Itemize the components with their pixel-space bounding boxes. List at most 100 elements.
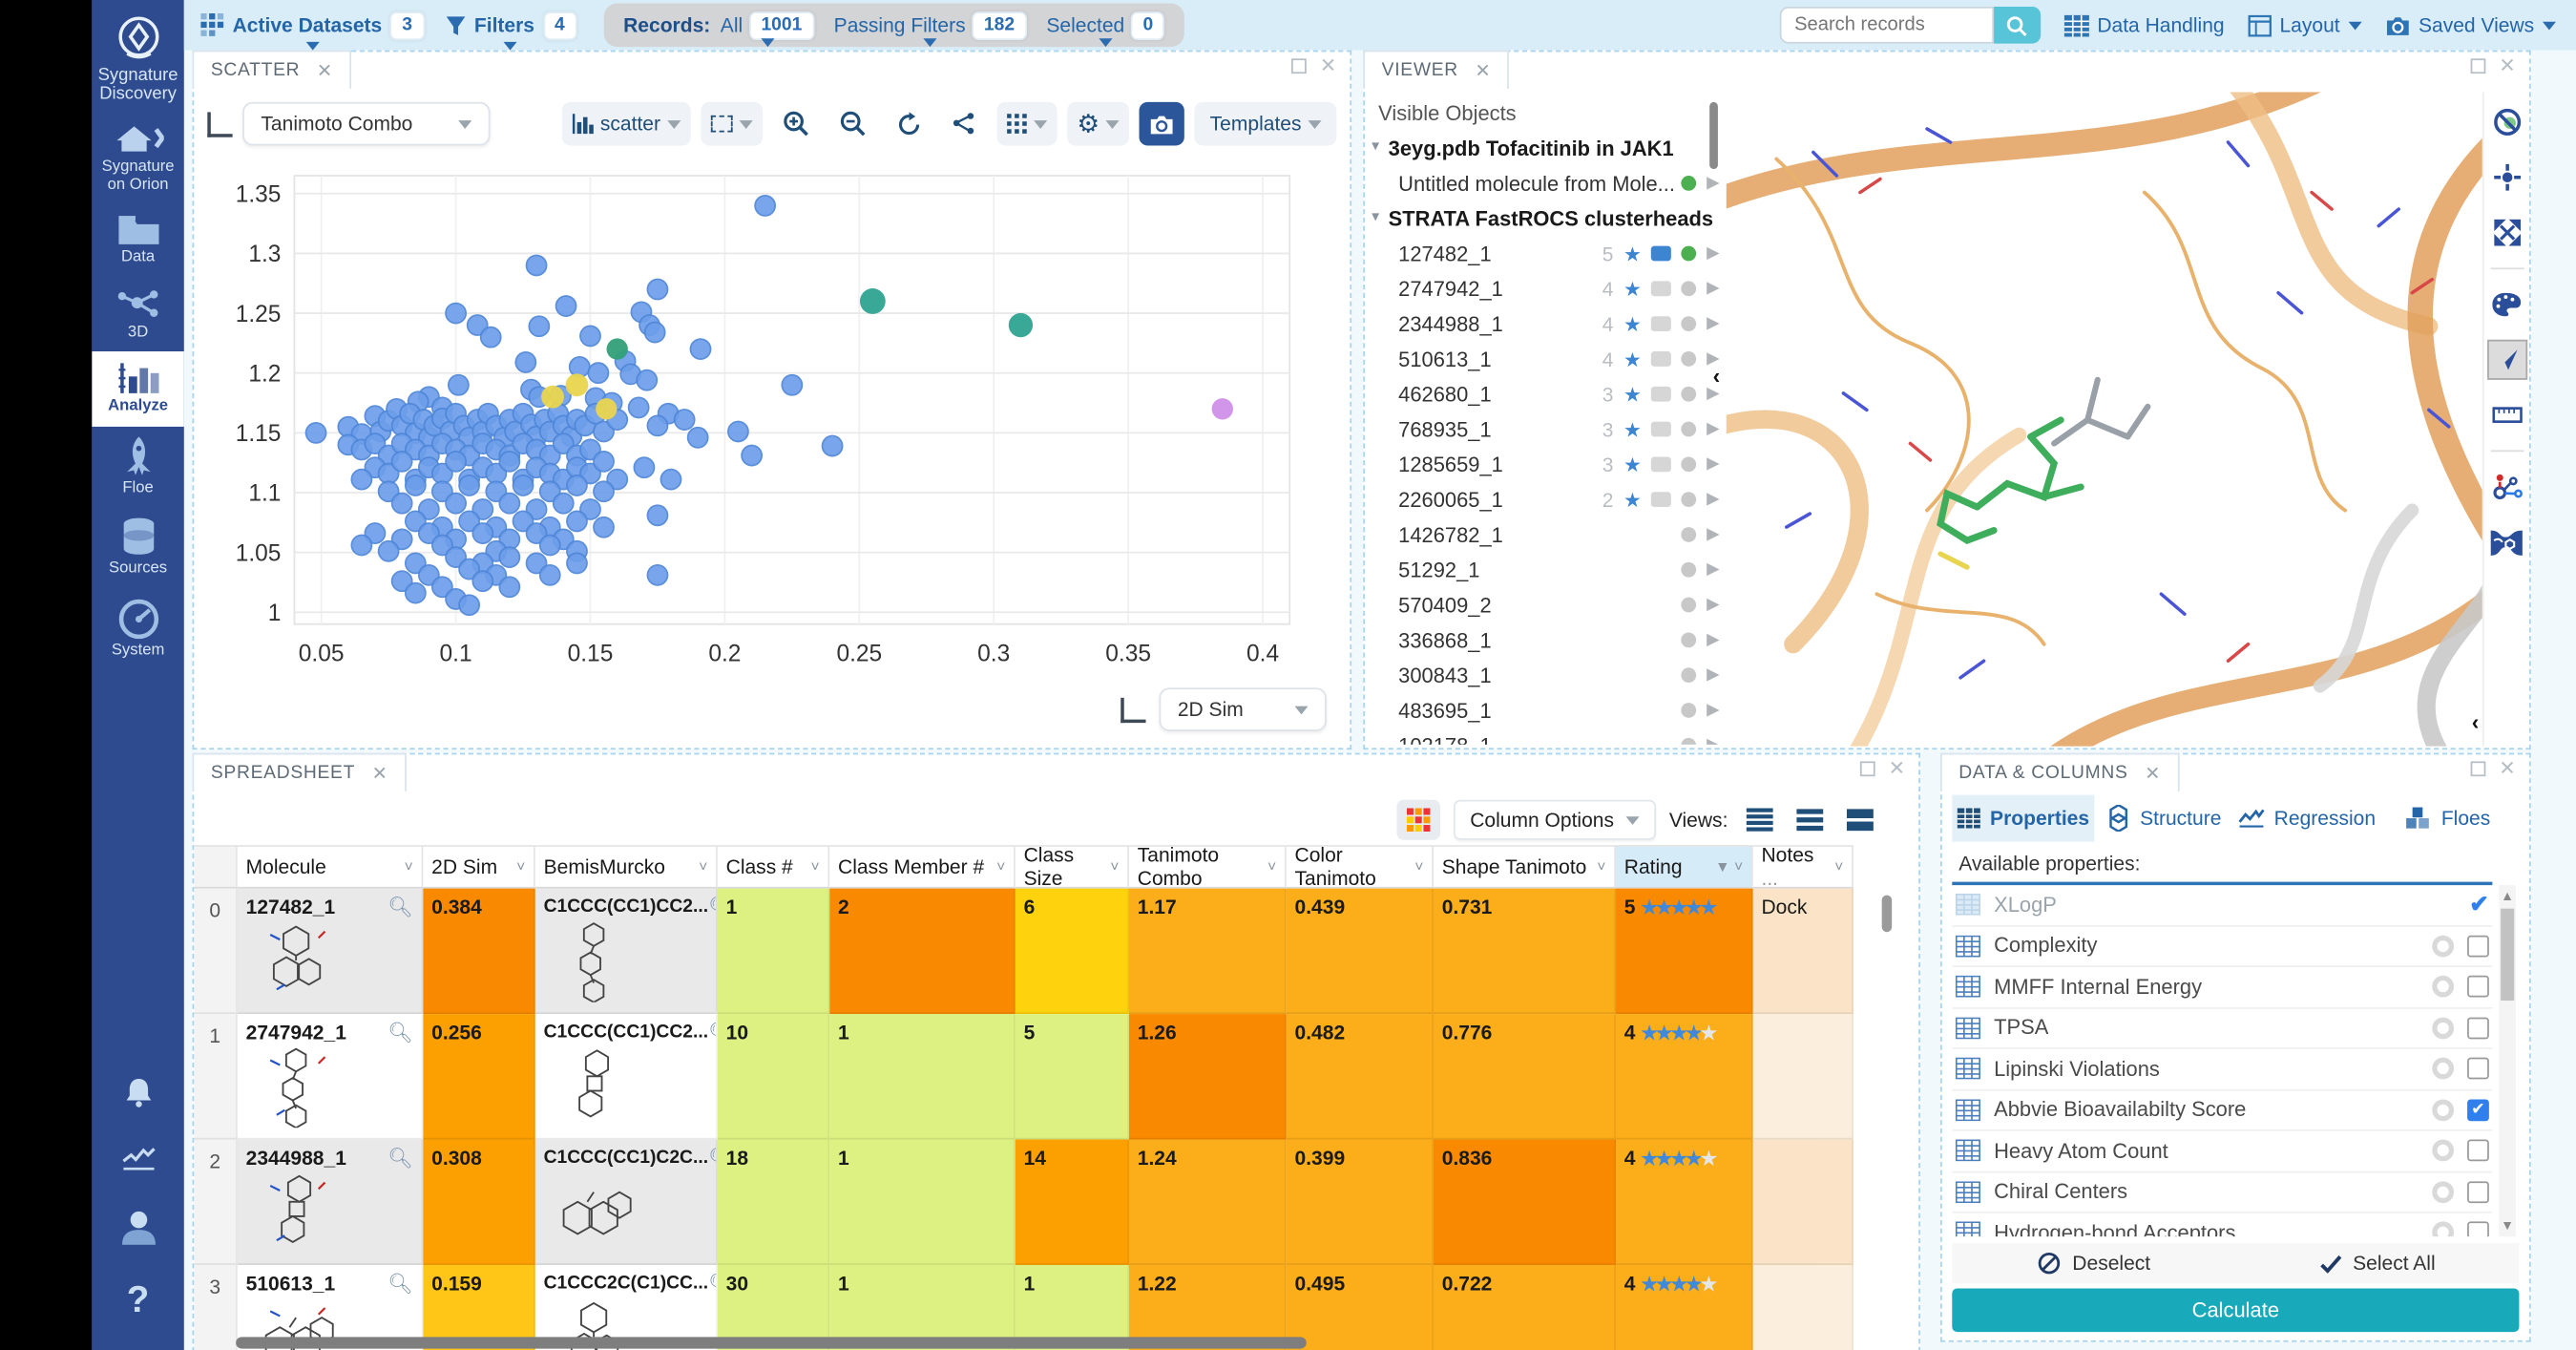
item-chevron-icon[interactable]: ▶ [1707, 455, 1720, 474]
x-axis-selector[interactable]: 2D Sim [1160, 687, 1327, 731]
rating-stars[interactable]: ★★★★★ [1641, 898, 1715, 918]
property-row-xlogp[interactable]: XLogP✔ [1952, 885, 2492, 926]
property-row-chiral-centers[interactable]: Chiral Centers [1952, 1172, 2492, 1213]
column-menu-icon[interactable]: ˅ [1597, 858, 1605, 875]
cell-rating[interactable]: 5 ★★★★★ [1616, 889, 1753, 1014]
filters-control[interactable]: Filters 4 [434, 0, 587, 51]
column-menu-icon[interactable]: ˅ [1834, 858, 1843, 875]
cell-2d-sim[interactable]: 0.384 [423, 889, 534, 1014]
records-selected[interactable]: Selected0 [1046, 4, 1164, 48]
plot-settings-button[interactable]: ⚙ [1067, 102, 1130, 146]
sidebar-item-sources[interactable]: Sources [92, 507, 183, 588]
item-chevron-icon[interactable]: ▶ [1707, 491, 1720, 509]
viewer-item[interactable]: 2747942_14★▶ [1372, 271, 1723, 306]
column-header-2d-sim[interactable]: 2D Sim˅ [423, 845, 534, 889]
property-checkbox[interactable]: ✔ [2467, 1099, 2489, 1121]
column-options-button[interactable]: Column Options [1454, 800, 1656, 840]
property-radio[interactable] [2432, 1181, 2454, 1203]
item-chevron-icon[interactable]: ▶ [1707, 174, 1720, 192]
spreadsheet-horizontal-scrollbar[interactable] [236, 1337, 1307, 1348]
column-menu-icon[interactable]: ˅ [1414, 858, 1423, 875]
viewer-item[interactable]: 300843_1▶ [1372, 658, 1723, 693]
scatter-tab-close-icon[interactable]: ✕ [317, 59, 333, 81]
properties-scrollbar[interactable]: ▲ ▼ [2499, 885, 2516, 1236]
spreadsheet-maximize-icon[interactable] [1860, 761, 1875, 776]
records-all[interactable]: All1001 [721, 4, 814, 48]
visibility-dot-icon[interactable] [1682, 246, 1697, 262]
select-region-button[interactable] [701, 102, 763, 146]
visibility-dot-icon[interactable] [1682, 351, 1697, 367]
scroll-up-icon[interactable]: ▲ [2501, 889, 2514, 904]
star-icon[interactable]: ★ [1623, 242, 1642, 265]
property-checkbox[interactable] [2467, 1181, 2489, 1203]
cell-class-num[interactable]: 10 [718, 1014, 829, 1139]
column-header-shape-tanimoto[interactable]: Shape Tanimoto˅ [1434, 845, 1616, 889]
note-bubble-icon[interactable] [1651, 246, 1671, 262]
column-header-color-tanimoto[interactable]: Color Tanimoto˅ [1287, 845, 1434, 889]
visibility-dot-icon[interactable] [1682, 456, 1697, 472]
column-header-molecule[interactable]: Molecule˅ [238, 845, 424, 889]
templates-button[interactable]: Templates [1195, 102, 1336, 146]
hide-object-tool[interactable] [2486, 102, 2526, 142]
tab-structure[interactable]: Structure [2094, 794, 2236, 841]
property-radio[interactable] [2432, 1140, 2454, 1162]
deselect-button[interactable]: Deselect [1952, 1243, 2235, 1283]
cell-rating[interactable]: 4 ★★★★★ [1616, 1140, 1753, 1265]
magnifier-icon[interactable]: 🔍︎ [708, 1147, 718, 1171]
cell-notes[interactable] [1753, 1014, 1853, 1139]
records-passing-filters[interactable]: Passing Filters182 [834, 4, 1027, 48]
property-checkbox[interactable] [2467, 1222, 2489, 1236]
property-radio[interactable] [2432, 976, 2454, 998]
table-row[interactable]: 22344988_1🔍︎0.308C1CCC(CC1)C2C...🔍︎18114… [194, 1140, 1895, 1265]
column-menu-icon[interactable]: ˅ [996, 858, 1005, 875]
cell-color-tanimoto[interactable]: 0.399 [1287, 1140, 1434, 1265]
note-bubble-icon[interactable] [1651, 281, 1671, 296]
data-handling-button[interactable]: Data Handling [2063, 13, 2224, 37]
star-icon[interactable]: ★ [1623, 488, 1642, 512]
scatter-maximize-icon[interactable] [1291, 58, 1307, 74]
cell-class-size[interactable]: 6 [1016, 889, 1129, 1014]
cell-color-tanimoto[interactable]: 0.439 [1287, 889, 1434, 1014]
select-all-button[interactable]: Select All [2235, 1243, 2519, 1283]
viewer-item[interactable]: 1285659_13★▶ [1372, 447, 1723, 482]
viewer-panel-collapse-handle[interactable]: ‹ [2472, 709, 2480, 734]
cell-shape-tanimoto[interactable]: 0.836 [1434, 1140, 1616, 1265]
column-header-class-[interactable]: Class #˅ [718, 845, 829, 889]
saved-views-button[interactable]: Saved Views [2385, 13, 2556, 37]
viewer-item[interactable]: 462680_13★▶ [1372, 376, 1723, 411]
expand-chevron-icon[interactable]: ▾ [1372, 137, 1379, 156]
column-header-notes[interactable]: Notes ...˅ [1753, 845, 1853, 889]
column-menu-icon[interactable]: ˅ [1267, 858, 1276, 875]
reset-view-button[interactable] [887, 102, 932, 146]
fit-view-tool[interactable] [2486, 213, 2526, 253]
note-bubble-icon[interactable] [1651, 316, 1671, 331]
cell-molecule[interactable]: 127482_1🔍︎ [238, 889, 424, 1014]
item-chevron-icon[interactable]: ▶ [1707, 701, 1720, 719]
activity-button[interactable] [92, 1129, 183, 1193]
visibility-dot-icon[interactable] [1682, 632, 1697, 647]
property-row-lipinski-violations[interactable]: Lipinski Violations [1952, 1049, 2492, 1090]
viewer-item[interactable]: 102178_1▶ [1372, 728, 1723, 745]
property-radio[interactable] [2432, 1017, 2454, 1039]
cell-class-member[interactable]: 1 [829, 1140, 1016, 1265]
cell-rating[interactable]: 4 ★★★★★ [1616, 1265, 1753, 1350]
property-checkbox[interactable] [2467, 976, 2489, 998]
magnifier-icon[interactable]: 🔍︎ [387, 1147, 413, 1171]
visibility-dot-icon[interactable] [1682, 387, 1697, 402]
visibility-dot-icon[interactable] [1682, 667, 1697, 683]
sidebar-item-sygnature-discovery[interactable]: SygnatureDiscovery [92, 0, 183, 112]
note-bubble-icon[interactable] [1651, 387, 1671, 402]
cell-class-size[interactable]: 5 [1016, 1014, 1129, 1139]
cell-bemismurcko[interactable]: C1CCC(CC1)CC2...🔍︎ [535, 1014, 718, 1139]
property-checkbox[interactable] [2467, 935, 2489, 957]
viewer-group[interactable]: ▾3eyg.pdb Tofacitinib in JAK1 [1372, 131, 1723, 166]
property-row-mmff-internal-energy[interactable]: MMFF Internal Energy [1952, 967, 2492, 1008]
cell-class-member[interactable]: 1 [829, 1014, 1016, 1139]
star-icon[interactable]: ★ [1623, 453, 1642, 476]
star-icon[interactable]: ★ [1623, 312, 1642, 336]
magnifier-icon[interactable]: 🔍︎ [387, 896, 413, 919]
item-chevron-icon[interactable]: ▶ [1707, 736, 1720, 745]
viewer-list-scrollbar[interactable] [1709, 102, 1718, 169]
color-grid-button[interactable] [1396, 800, 1440, 840]
chart-type-button[interactable]: scatter [562, 102, 691, 146]
